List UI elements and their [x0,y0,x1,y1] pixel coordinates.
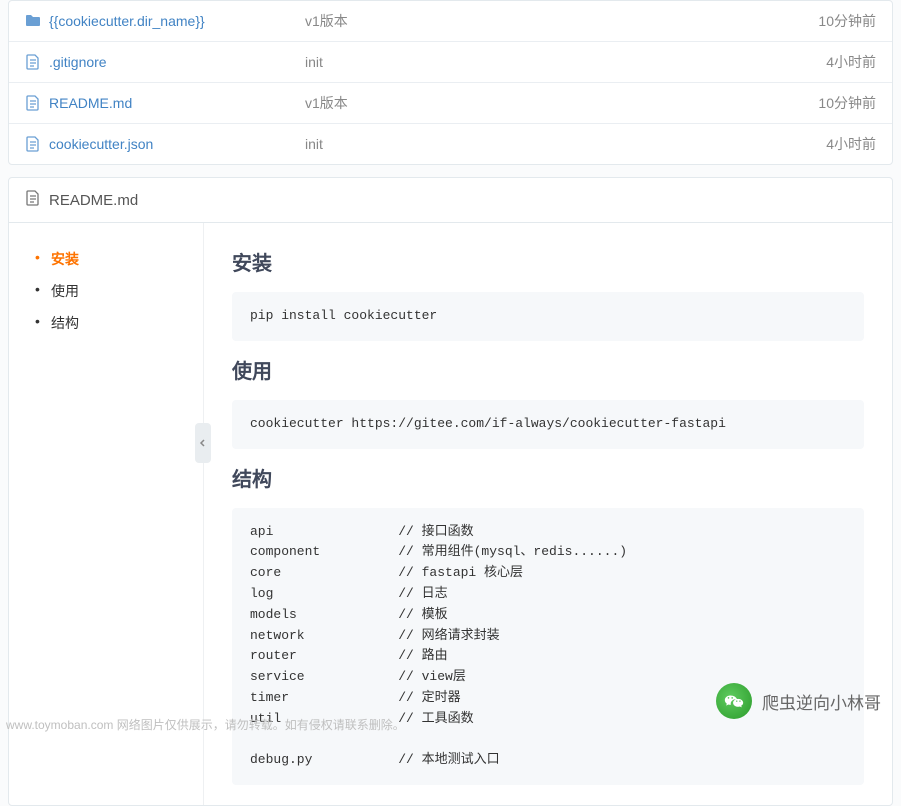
file-icon [25,54,41,70]
watermark-right: 爬虫逆向小林哥 [716,683,881,719]
file-time: 10分钟前 [776,11,876,31]
file-row[interactable]: README.md v1版本 10分钟前 [9,83,892,124]
readme-header: README.md [9,178,892,223]
file-name-link[interactable]: {{cookiecutter.dir_name}} [49,13,205,29]
code-structure: api // 接口函数 component // 常用组件(mysql、redi… [232,508,864,786]
file-time: 4小时前 [776,52,876,72]
folder-icon [25,13,41,29]
file-icon [25,190,41,210]
file-list: {{cookiecutter.dir_name}} v1版本 10分钟前 .gi… [8,0,893,165]
file-commit: v1版本 [305,93,776,113]
file-row[interactable]: cookiecutter.json init 4小时前 [9,124,892,164]
file-name-link[interactable]: .gitignore [49,54,107,70]
toc-item-structure[interactable]: 结构 [33,307,203,339]
file-commit: v1版本 [305,11,776,31]
file-commit: init [305,54,776,70]
collapse-toc-handle[interactable] [195,423,211,463]
heading-install: 安装 [232,247,864,276]
code-install: pip install cookiecutter [232,292,864,341]
code-usage: cookiecutter https://gitee.com/if-always… [232,400,864,449]
file-icon [25,136,41,152]
file-commit: init [305,136,776,152]
heading-structure: 结构 [232,463,864,492]
file-icon [25,95,41,111]
watermark-left: www.toymoban.com 网络图片仅供展示，请勿转载。如有侵权请联系删除… [6,716,405,733]
watermark-text: 爬虫逆向小林哥 [762,689,881,714]
wechat-icon [716,683,752,719]
file-name-link[interactable]: README.md [49,95,132,111]
file-name-link[interactable]: cookiecutter.json [49,136,153,152]
file-row[interactable]: {{cookiecutter.dir_name}} v1版本 10分钟前 [9,1,892,42]
file-time: 10分钟前 [776,93,876,113]
toc-item-install[interactable]: 安装 [33,243,203,275]
file-time: 4小时前 [776,134,876,154]
file-row[interactable]: .gitignore init 4小时前 [9,42,892,83]
heading-usage: 使用 [232,355,864,384]
toc-item-usage[interactable]: 使用 [33,275,203,307]
readme-title: README.md [49,192,138,209]
